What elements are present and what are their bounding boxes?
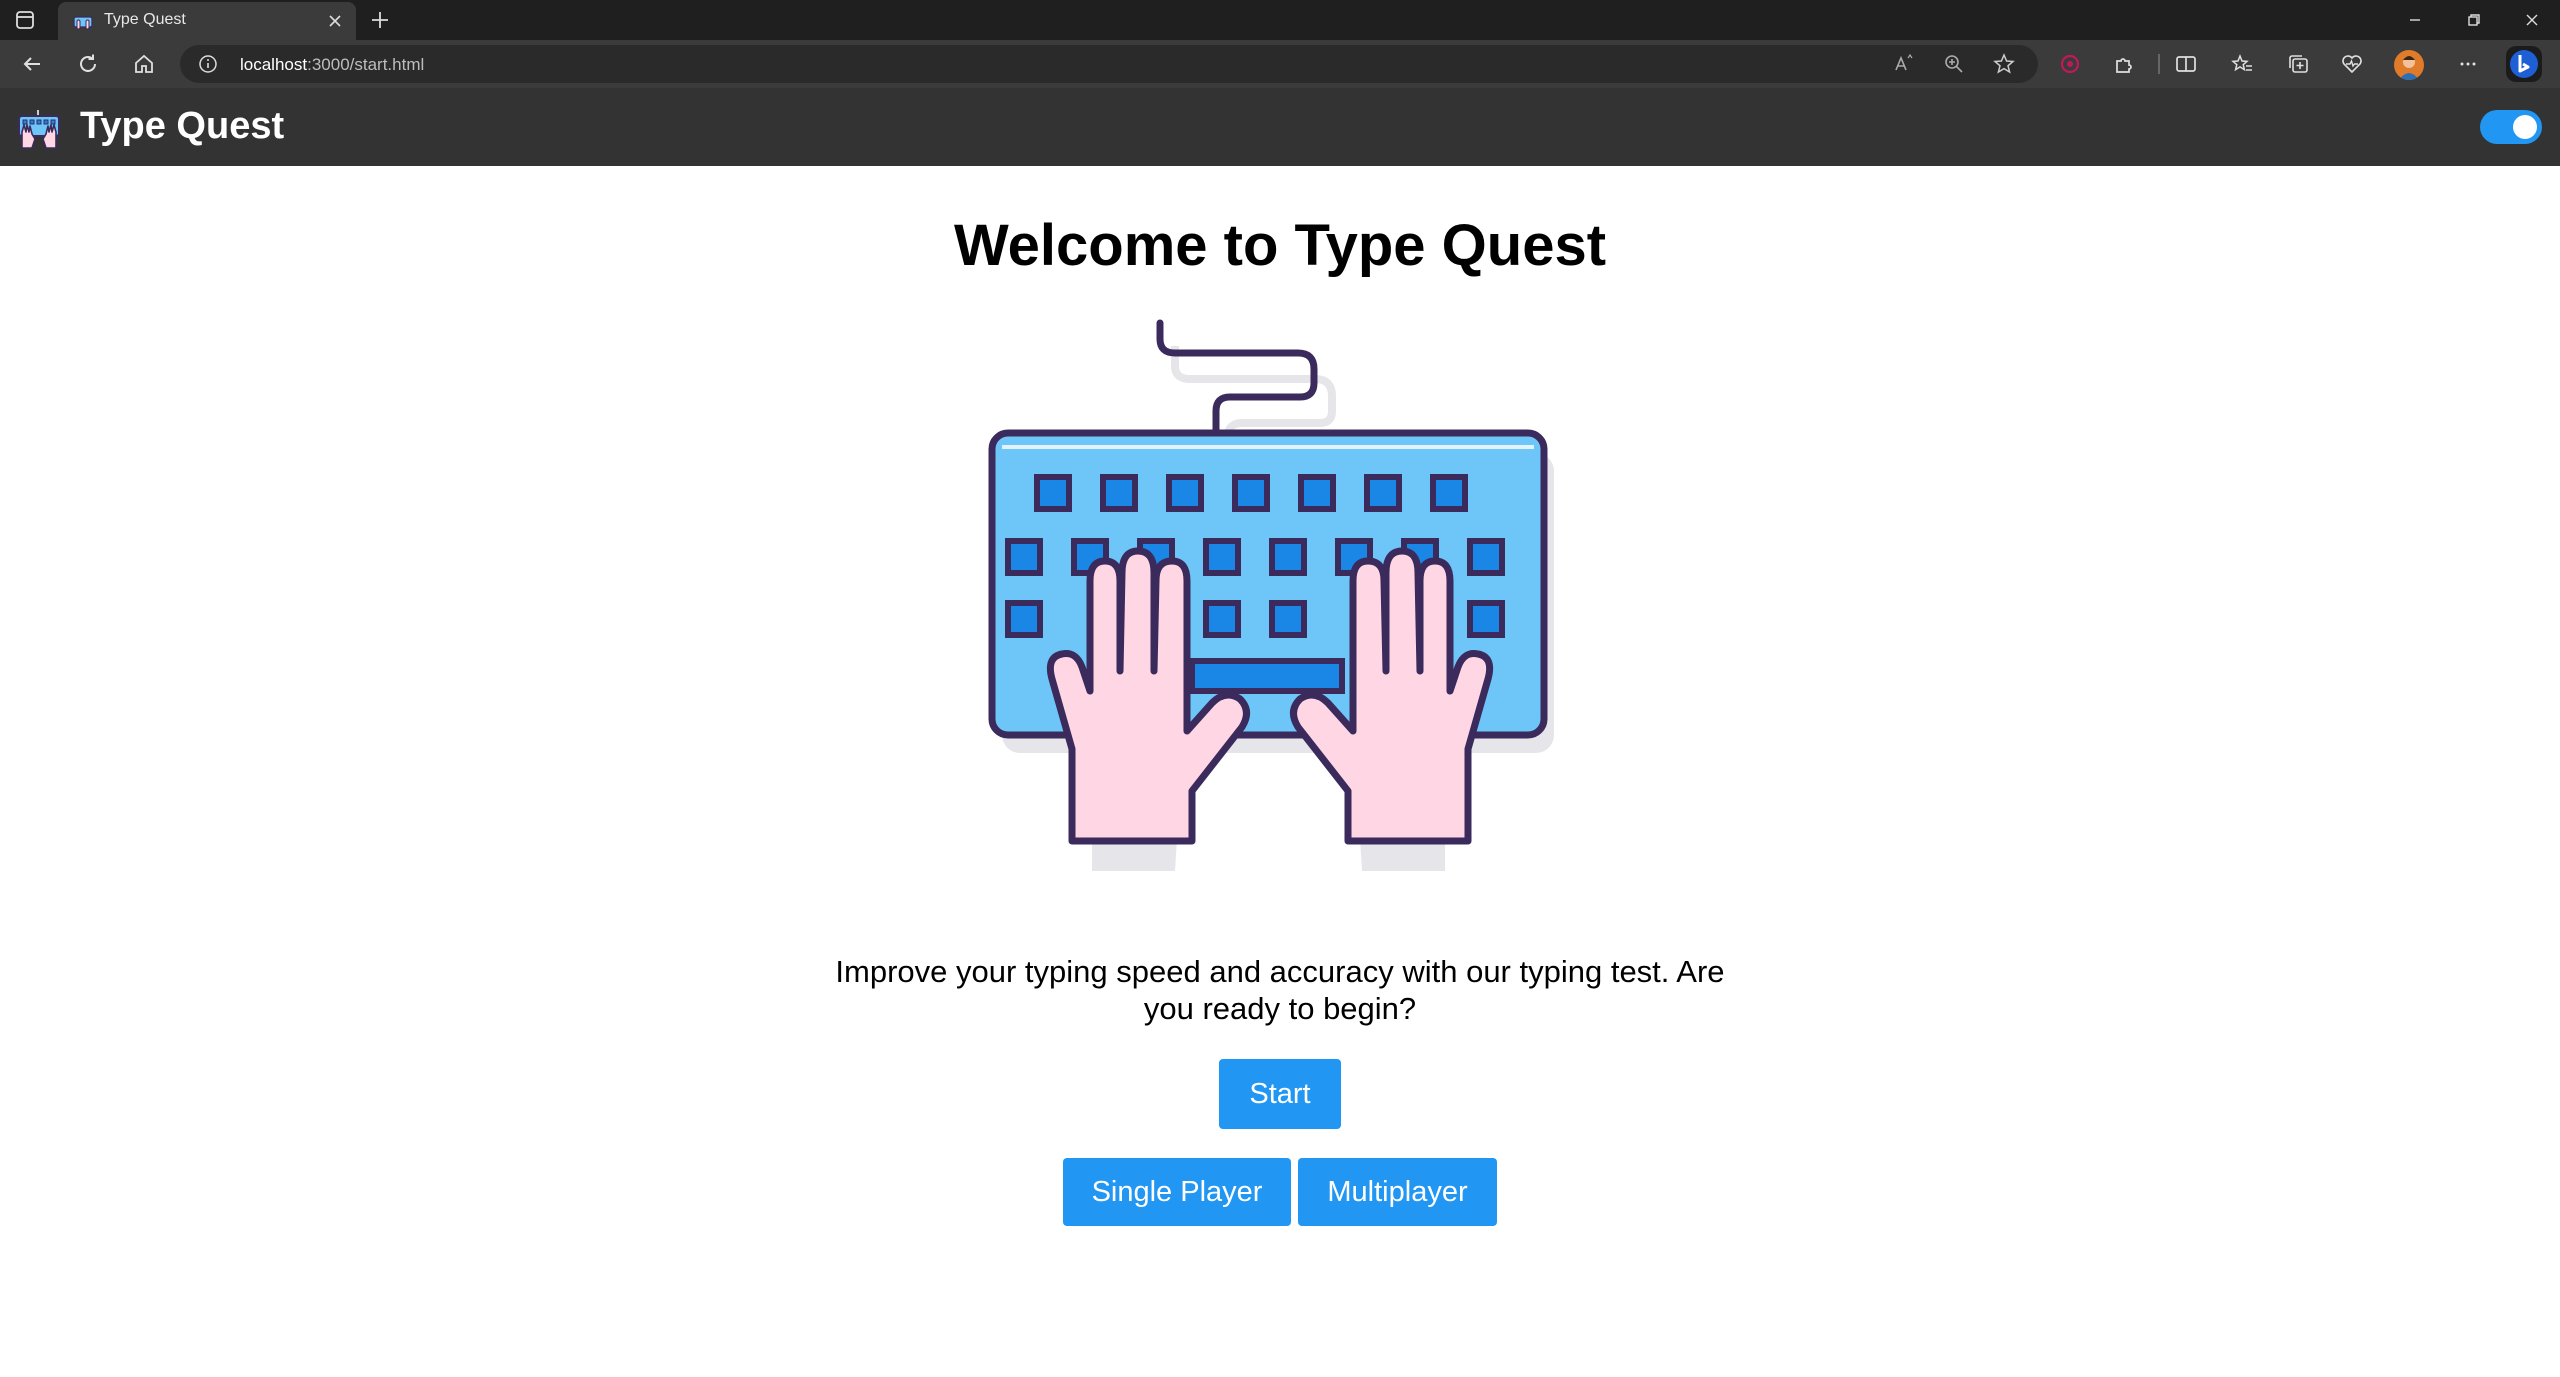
single-player-button[interactable]: Single Player (1063, 1158, 1291, 1226)
tab-title: Type Quest (104, 11, 186, 28)
more-icon[interactable] (2456, 52, 2480, 76)
profile-avatar[interactable] (2394, 50, 2424, 80)
keyboard-hands-icon (73, 16, 93, 30)
copilot-icon (2510, 50, 2538, 78)
extension-icon[interactable] (2058, 52, 2082, 76)
theme-toggle[interactable] (2480, 110, 2542, 144)
restore-icon[interactable] (2462, 8, 2486, 32)
keyboard-with-hands-illustration (988, 319, 1554, 871)
home-icon[interactable] (132, 52, 156, 76)
intro-text: Improve your typing speed and accuracy w… (820, 953, 1740, 1027)
browser-toolbar: localhost:3000/start.html (0, 40, 2560, 88)
browser-tab-bar: Type Quest (0, 0, 2560, 40)
avatar-face-icon (2399, 56, 2419, 80)
extensions-puzzle-icon[interactable] (2112, 52, 2136, 76)
zoom-icon[interactable] (1942, 52, 1966, 76)
site-info-icon[interactable] (198, 54, 218, 74)
keyboard-hands-icon (18, 110, 60, 149)
page-title: Welcome to Type Quest (953, 213, 1607, 278)
url-host: localhost (240, 55, 308, 74)
app-header: Type Quest (0, 88, 2560, 166)
address-bar[interactable]: localhost:3000/start.html (180, 45, 2038, 83)
toggle-knob (2513, 115, 2537, 139)
minimize-icon[interactable] (2403, 8, 2427, 32)
url-text[interactable]: localhost:3000/start.html (240, 55, 424, 75)
favorites-icon[interactable] (2230, 52, 2254, 76)
close-window-icon[interactable] (2520, 8, 2544, 32)
favorite-star-icon[interactable] (1992, 52, 2016, 76)
refresh-icon[interactable] (76, 52, 100, 76)
app-title: Type Quest (80, 105, 285, 147)
new-tab-icon[interactable] (368, 8, 392, 32)
copilot-button[interactable] (2506, 46, 2542, 82)
close-tab-icon[interactable] (326, 12, 344, 30)
collections-icon[interactable] (2286, 52, 2310, 76)
performance-icon[interactable] (2340, 52, 2364, 76)
browser-tab[interactable]: Type Quest (58, 2, 356, 40)
back-icon[interactable] (20, 52, 44, 76)
read-aloud-icon[interactable] (1892, 52, 1916, 76)
split-screen-icon[interactable] (2174, 52, 2198, 76)
intro-line-1: Improve your typing speed and accuracy w… (835, 954, 1725, 989)
multiplayer-button[interactable]: Multiplayer (1298, 1158, 1497, 1226)
tab-actions-icon[interactable] (14, 9, 36, 31)
url-path: :3000/start.html (307, 55, 425, 74)
toolbar-separator (2158, 54, 2160, 74)
intro-line-2: you ready to begin? (1143, 991, 1417, 1026)
start-button[interactable]: Start (1219, 1059, 1341, 1129)
